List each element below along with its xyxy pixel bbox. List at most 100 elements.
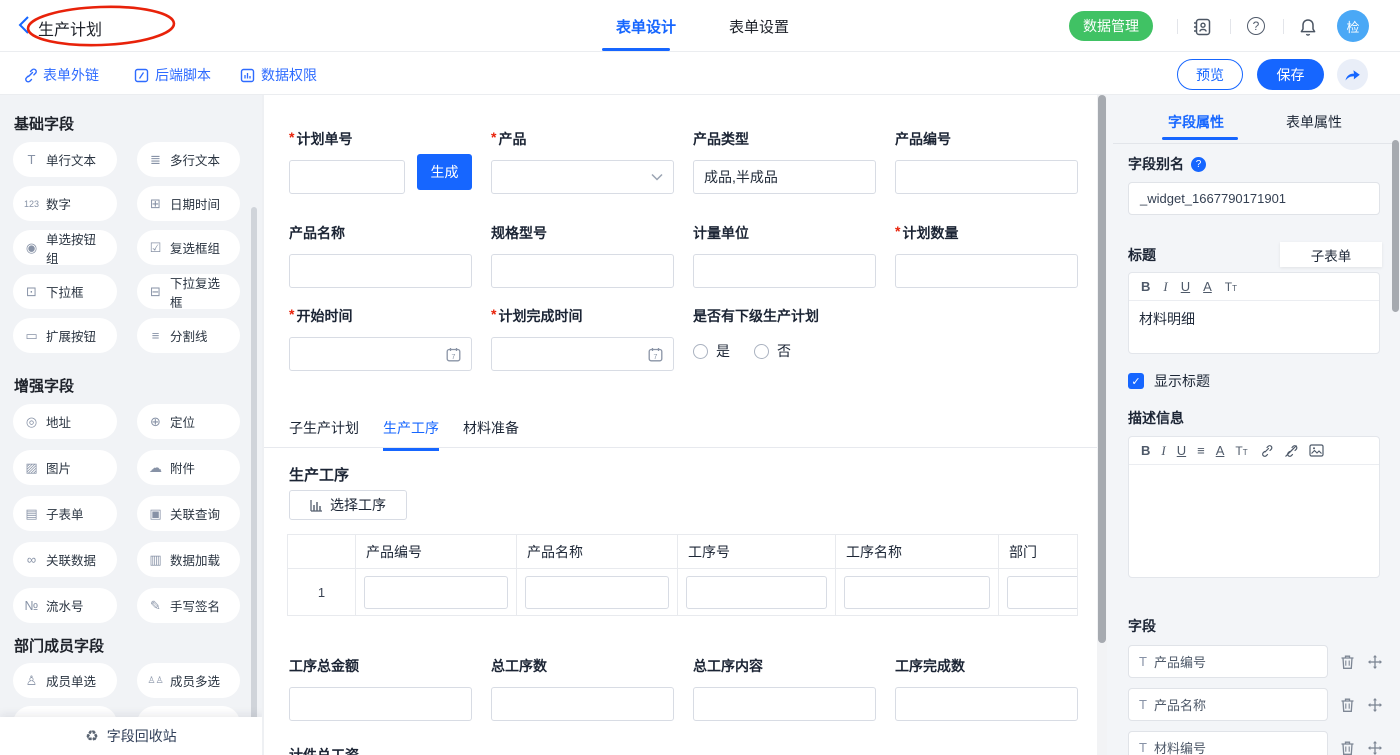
tab-form-design[interactable]: 表单设计 [616,16,676,37]
field-product-code[interactable]: 产品编号 [895,129,1078,194]
underline-icon[interactable]: U [1181,279,1190,294]
field-checkbox-group[interactable]: ☑复选框组 [137,230,240,265]
total-process-content-input[interactable] [693,687,876,721]
move-icon[interactable] [1367,740,1383,755]
tab-form-properties[interactable]: 表单属性 [1286,112,1342,132]
cell-department-input[interactable] [1007,576,1078,609]
help-icon[interactable]: ? [1247,17,1265,35]
field-finish-time[interactable]: *计划完成时间 7 [491,306,674,371]
field-data-load[interactable]: ▥数据加载 [137,542,240,577]
field-product-name[interactable]: 产品名称 [289,223,472,288]
field-select[interactable]: ⊡下拉框 [13,274,117,309]
plan-number-input[interactable] [289,160,405,194]
unit-input[interactable] [693,254,876,288]
product-name-input[interactable] [289,254,472,288]
tab-form-settings[interactable]: 表单设置 [729,16,789,37]
link-icon[interactable] [1259,444,1273,458]
save-button[interactable]: 保存 [1257,59,1324,90]
product-type-input[interactable]: 成品,半成品 [693,160,876,194]
field-process-done-count[interactable]: 工序完成数 [895,656,1078,721]
field-multi-line-text[interactable]: ≣多行文本 [137,142,240,177]
move-icon[interactable] [1367,697,1383,713]
product-select[interactable] [491,160,674,194]
help-icon[interactable]: ? [1191,157,1206,172]
alias-input[interactable]: _widget_1667790171901 [1128,182,1380,215]
field-datetime[interactable]: ⊞日期时间 [137,186,240,221]
field-member-multi[interactable]: ♙♙成员多选 [137,663,240,698]
finish-time-input[interactable]: 7 [491,337,674,371]
field-process-total-amount[interactable]: 工序总金额 [289,656,472,721]
font-size-icon[interactable]: TT [1235,444,1247,458]
cell-process-no-input[interactable] [686,576,827,609]
delete-icon[interactable] [1340,654,1355,670]
data-permission-link[interactable]: 数据权限 [240,65,317,85]
data-manage-button[interactable]: 数据管理 [1069,11,1153,41]
total-process-count-input[interactable] [491,687,674,721]
field-linked-data[interactable]: ∞关联数据 [13,542,117,577]
product-code-input[interactable] [895,160,1078,194]
field-image[interactable]: ▨图片 [13,450,117,485]
field-location[interactable]: ⊕定位 [137,404,240,439]
field-extend-button[interactable]: ▭扩展按钮 [13,318,117,353]
italic-icon[interactable]: I [1163,279,1167,295]
field-signature[interactable]: ✎手写签名 [137,588,240,623]
italic-icon[interactable]: I [1161,443,1165,459]
field-unit[interactable]: 计量单位 [693,223,876,288]
field-divider[interactable]: ≡分割线 [137,318,240,353]
sidebar-scrollbar[interactable] [251,207,257,745]
underline-icon[interactable]: U [1177,443,1186,458]
font-color-icon[interactable]: A [1216,443,1225,458]
align-icon[interactable]: ≡ [1197,443,1205,458]
delete-icon[interactable] [1340,697,1355,713]
cell-product-code-input[interactable] [364,576,508,609]
field-number[interactable]: 123数字 [13,186,117,221]
panel-field-material-code[interactable]: T材料编号 [1128,731,1328,755]
description-editor[interactable]: B I U ≡ A TT [1128,436,1380,578]
field-multi-select[interactable]: ⊟下拉复选框 [137,274,240,309]
field-radio-group[interactable]: ◉单选按钮组 [13,230,117,265]
back-icon[interactable] [18,15,30,35]
bold-icon[interactable]: B [1141,443,1150,458]
bell-icon[interactable] [1299,18,1317,36]
canvas-scrollbar[interactable] [1098,95,1106,643]
field-subform[interactable]: ▤子表单 [13,496,117,531]
panel-field-product-code[interactable]: T产品编号 [1128,645,1328,678]
field-start-time[interactable]: *开始时间 7 [289,306,472,371]
field-total-process-count[interactable]: 总工序数 [491,656,674,721]
process-done-count-input[interactable] [895,687,1078,721]
font-color-icon[interactable]: A [1203,279,1212,294]
spec-model-input[interactable] [491,254,674,288]
field-address[interactable]: ◎地址 [13,404,117,439]
field-product-type[interactable]: 产品类型 成品,半成品 [693,129,876,194]
avatar[interactable]: 检 [1337,10,1369,42]
select-process-button[interactable]: 选择工序 [289,490,407,520]
unlink-icon[interactable] [1284,444,1298,458]
radio-yes[interactable]: 是 [693,341,730,361]
field-single-line-text[interactable]: T单行文本 [13,142,117,177]
subform-badge[interactable]: 子表单 [1280,242,1382,267]
field-has-sub-plan[interactable]: 是否有下级生产计划 是 否 [693,306,923,361]
title-editor[interactable]: B I U A TT 材料明细 [1128,272,1380,354]
field-total-process-content[interactable]: 总工序内容 [693,656,876,721]
cell-product-name-input[interactable] [525,576,669,609]
field-member-single[interactable]: ♙成员单选 [13,663,117,698]
preview-button[interactable]: 预览 [1177,59,1243,90]
description-editor-content[interactable] [1129,465,1379,481]
radio-no[interactable]: 否 [754,341,791,361]
font-size-icon[interactable]: TT [1225,280,1237,294]
field-plan-qty[interactable]: *计划数量 [895,223,1078,288]
generate-button[interactable]: 生成 [417,154,472,190]
field-serial-number[interactable]: №流水号 [13,588,117,623]
share-button[interactable] [1337,59,1368,90]
tab-field-properties[interactable]: 字段属性 [1168,112,1224,132]
title-editor-content[interactable]: 材料明细 [1129,301,1379,337]
bold-icon[interactable]: B [1141,279,1150,294]
backend-script-link[interactable]: 后端脚本 [134,65,211,85]
form-external-link[interactable]: 表单外链 [22,65,99,85]
field-attachment[interactable]: ☁附件 [137,450,240,485]
delete-icon[interactable] [1340,740,1355,755]
start-time-input[interactable]: 7 [289,337,472,371]
show-title-checkbox[interactable]: ✓ 显示标题 [1128,371,1210,391]
image-icon[interactable] [1309,444,1324,457]
field-plan-number[interactable]: *计划单号 生成 [289,129,472,194]
